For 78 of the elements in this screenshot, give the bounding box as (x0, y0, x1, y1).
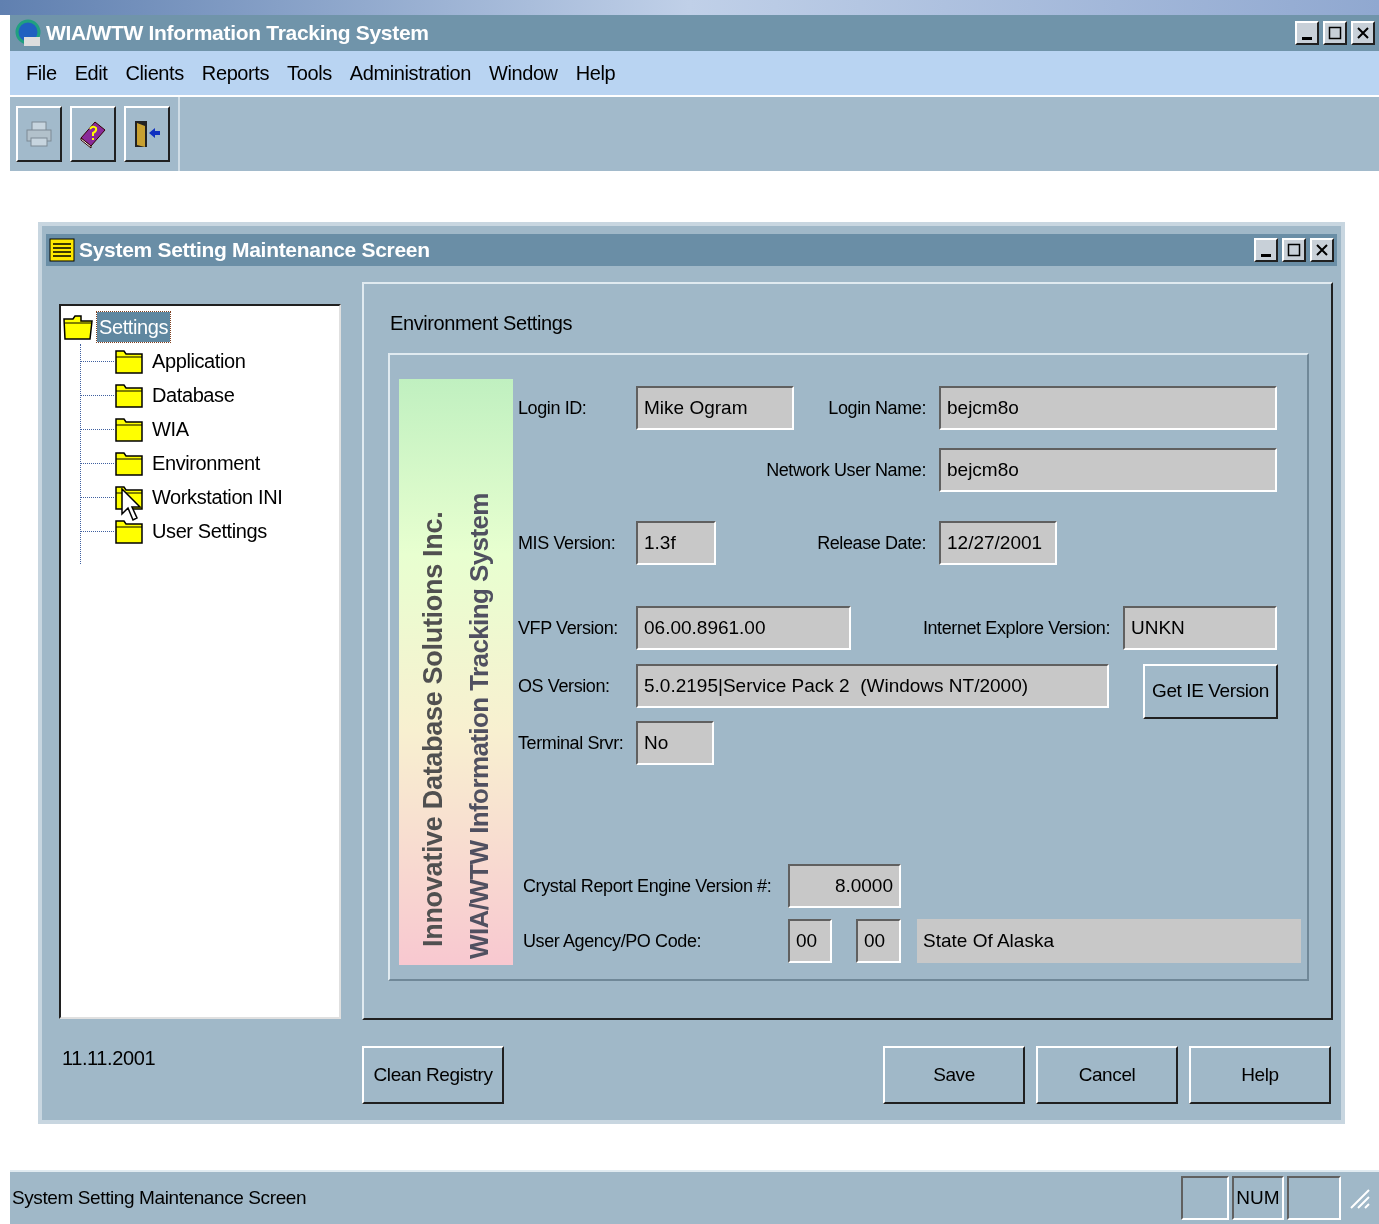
toolbar-button[interactable] (70, 106, 116, 162)
window-title: WIA/WTW Information Tracking System (46, 20, 429, 47)
menu-item[interactable]: File (18, 58, 65, 88)
logo-text: Innovative Database Solutions Inc. (417, 510, 450, 949)
tree-item[interactable]: Database (150, 380, 237, 410)
close-icon (1356, 26, 1370, 40)
group-title: Environment Settings (390, 311, 573, 336)
date-text: 11.11.2001 (62, 1046, 156, 1071)
input-field[interactable]: UNKN (1123, 606, 1277, 650)
folder-icon (63, 314, 93, 340)
field-label: Internet Explore Version: (922, 616, 1110, 640)
tree-item[interactable]: Workstation INI (150, 482, 285, 512)
dialog-button[interactable]: Help (1189, 1046, 1331, 1104)
maximize-button[interactable] (1323, 21, 1347, 45)
folder-icon (114, 416, 144, 442)
menu-item[interactable]: Help (567, 58, 624, 88)
tree-item[interactable]: Settings (97, 312, 171, 342)
input-field[interactable]: bejcm8o (939, 448, 1277, 492)
field-label: Terminal Srvr: (518, 731, 624, 755)
get-ie-version-button[interactable]: Get IE Version (1143, 664, 1278, 719)
field-label: Crystal Report Engine Version #: (523, 874, 772, 898)
field-label: VFP Version: (518, 616, 618, 640)
close-button[interactable] (1310, 238, 1334, 262)
field-label: MIS Version: (518, 531, 616, 555)
field-label: OS Version: (518, 674, 610, 698)
maximize-icon (1328, 26, 1342, 40)
input-field[interactable]: 1.3f (636, 521, 716, 565)
menu-item[interactable]: Administration (341, 58, 479, 88)
printer-icon (24, 119, 54, 149)
field-label: Network User Name: (766, 458, 926, 482)
field-label: User Agency/PO Code: (523, 929, 702, 953)
input-field[interactable]: 00 (856, 919, 901, 963)
minimize-button[interactable] (1254, 238, 1278, 262)
folder-icon (114, 382, 144, 408)
input-field[interactable]: 5.0.2195|Service Pack 2 (Windows NT/2000) (636, 664, 1109, 708)
input-field[interactable]: bejcm8o (939, 386, 1277, 430)
status-panel (1181, 1176, 1229, 1220)
cursor-icon (121, 488, 143, 522)
close-icon (1315, 243, 1329, 257)
field-label: Login ID: (518, 396, 587, 420)
input-field[interactable]: Mike Ogram (636, 386, 794, 430)
minimize-button[interactable] (1295, 21, 1319, 45)
input-field[interactable]: 00 (788, 919, 832, 963)
minimize-icon (1302, 36, 1312, 40)
logo-text: WIA/WTW Information Tracking System (462, 492, 495, 961)
form-icon (49, 238, 75, 262)
menu-item[interactable]: Tools (279, 58, 340, 88)
input-field[interactable]: 06.00.8961.00 (636, 606, 851, 650)
dialog-button[interactable]: Cancel (1036, 1046, 1178, 1104)
input-field[interactable]: 8.0000 (788, 864, 901, 908)
status-text: System Setting Maintenance Screen (12, 1185, 307, 1210)
folder-icon (114, 348, 144, 374)
menu-item[interactable]: Reports (193, 58, 278, 88)
status-panel (1287, 1176, 1341, 1220)
close-button[interactable] (1351, 21, 1375, 45)
minimize-icon (1261, 253, 1271, 257)
field-label: Login Name: (828, 396, 926, 420)
folder-icon (114, 450, 144, 476)
menu-item[interactable]: Clients (117, 58, 192, 88)
menu-item[interactable]: Edit (66, 58, 116, 88)
maximize-button[interactable] (1282, 238, 1306, 262)
toolbar-button[interactable] (124, 106, 170, 162)
dialog-button[interactable]: Save (883, 1046, 1025, 1104)
clean-registry-button[interactable]: Clean Registry (362, 1046, 504, 1104)
field-label: Release Date: (817, 531, 926, 555)
agency-name-field: State Of Alaska (917, 919, 1301, 963)
tree-item[interactable]: WIA (150, 414, 191, 444)
input-field[interactable]: 12/27/2001 (939, 521, 1057, 565)
input-field[interactable]: No (636, 721, 714, 765)
menu-item[interactable]: Window (480, 58, 566, 88)
maximize-icon (1287, 243, 1301, 257)
app-logo-icon (14, 19, 42, 47)
child-window-title: System Setting Maintenance Screen (79, 237, 430, 264)
tree-item[interactable]: Environment (150, 448, 262, 478)
tree-item[interactable]: Application (150, 346, 248, 376)
folder-icon (114, 518, 144, 544)
tree-item[interactable]: User Settings (150, 516, 269, 546)
num-indicator: NUM (1232, 1176, 1284, 1220)
